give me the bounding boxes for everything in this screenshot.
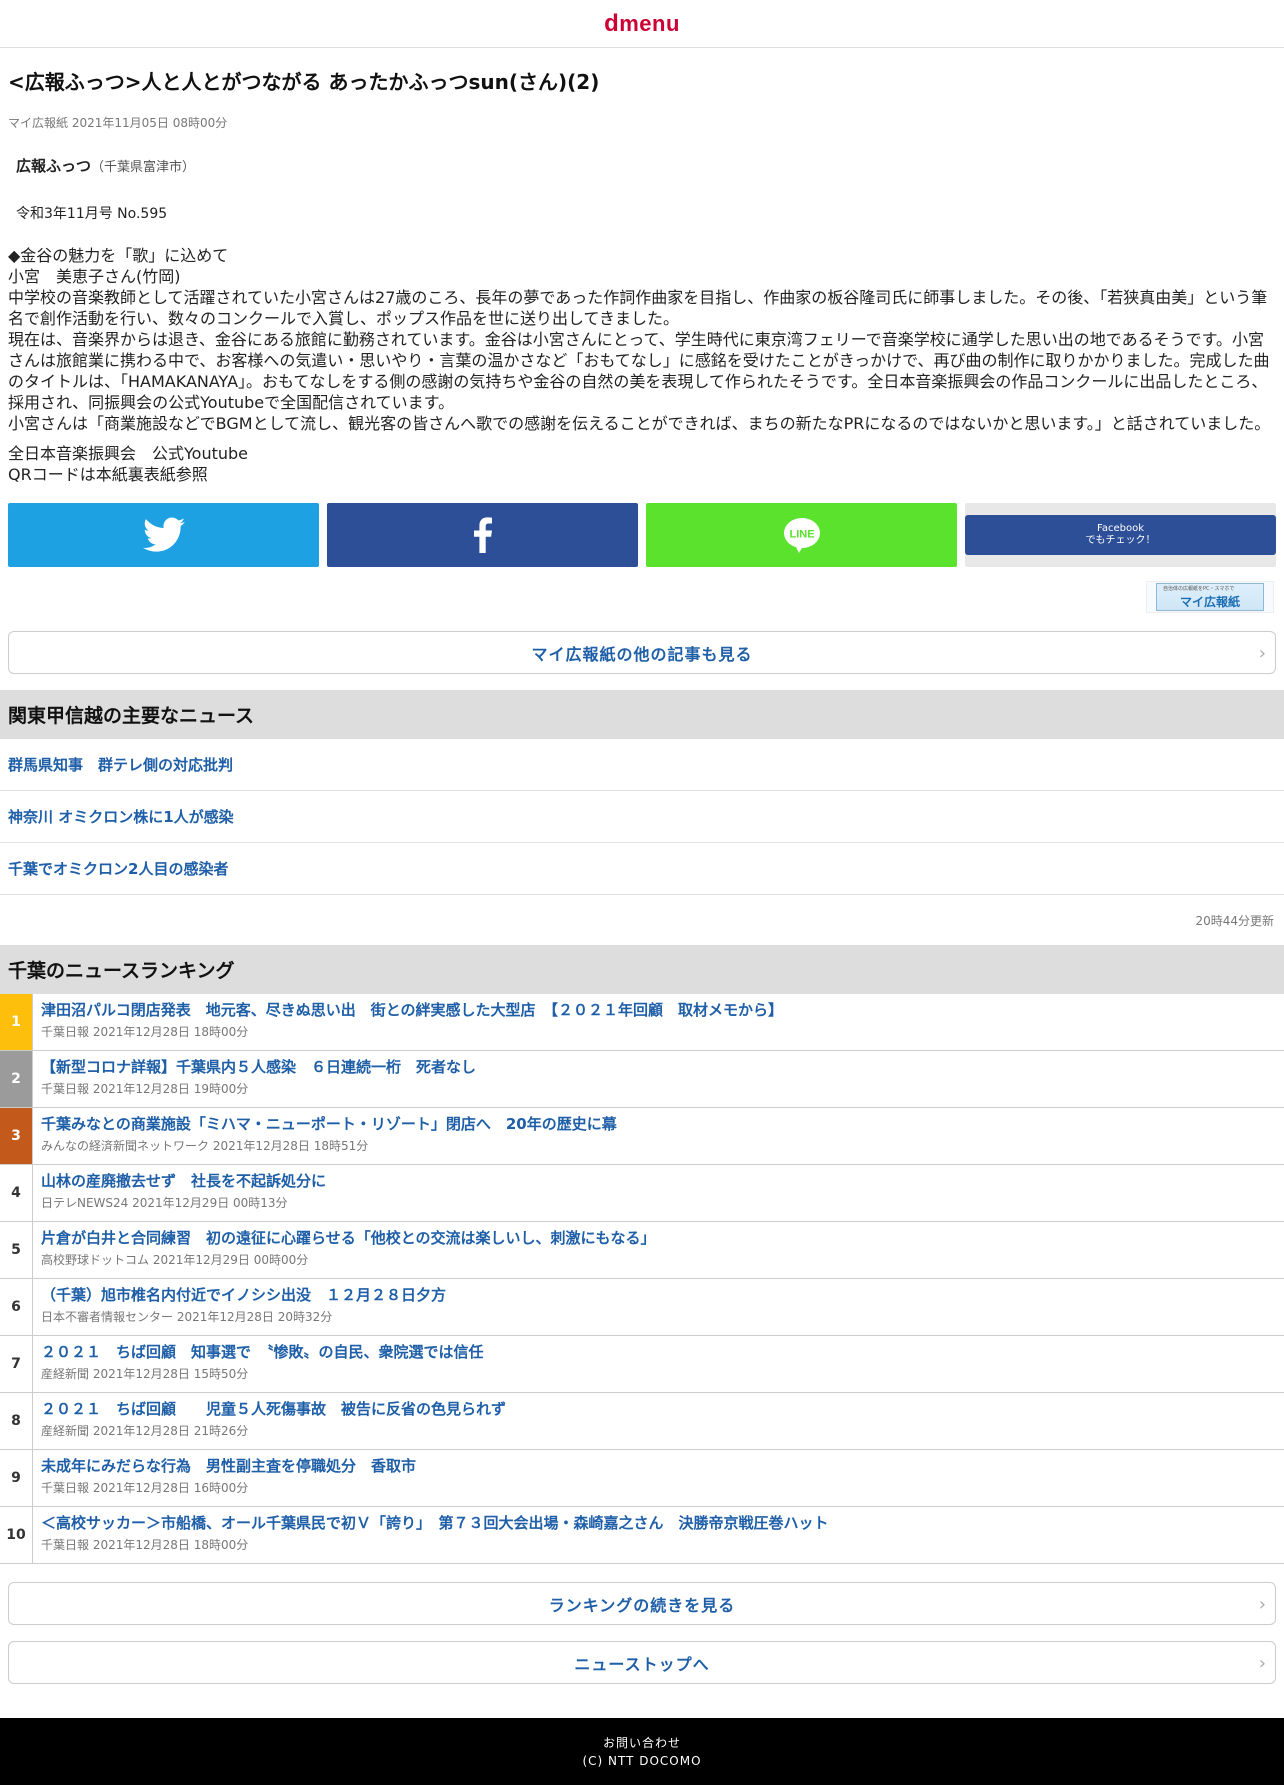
article-meta: マイ広報紙 2021年11月05日 08時00分	[8, 116, 228, 130]
line-icon: LINE	[783, 518, 820, 553]
news-link[interactable]: 群馬県知事 群テレ側の対応批判	[0, 739, 1284, 791]
rank-number: 8	[0, 1393, 33, 1449]
body-paragraph: 現在は、音楽界からは退き、金谷にある旅館に勤務されています。金谷は小宮さんにとっ…	[8, 330, 1270, 412]
ranking-source: 千葉日報 2021年12月28日 19時00分	[41, 1082, 249, 1096]
chevron-right-icon: ›	[1258, 643, 1267, 664]
ranking-row[interactable]: 3 千葉みなとの商業施設「ミハマ・ニューポート・リゾート」閉店へ 20年の歴史に幕…	[0, 1108, 1284, 1165]
chevron-right-icon: ›	[1258, 1653, 1267, 1674]
ranking-row[interactable]: 8 ２０２１ ちば回顧 児童５人死傷事故 被告に反省の色見られず産経新聞 2021…	[0, 1393, 1284, 1450]
ranking-title-link[interactable]: （千葉）旭市椎名内付近でイノシシ出没 １２月２８日夕方	[41, 1286, 446, 1305]
ranking-source: 産経新聞 2021年12月28日 21時26分	[41, 1424, 249, 1438]
facebook-f-icon	[473, 517, 492, 553]
article-title: <広報ふっつ>人と人とがつながる あったかふっつsun(さん)(2)	[8, 70, 600, 94]
ranking-row[interactable]: 2 【新型コロナ詳報】千葉県内５人感染 ６日連続一桁 死者なし千葉日報 2021年…	[0, 1051, 1284, 1108]
ranking-section: 千葉のニュースランキング 1 津田沼パルコ閉店発表 地元客、尽きぬ思い出 街との絆…	[0, 945, 1284, 1564]
ranking-source: 千葉日報 2021年12月28日 18時00分	[41, 1538, 249, 1552]
news-link[interactable]: 神奈川 オミクロン株に1人が感染	[0, 791, 1284, 843]
facebook-share-button[interactable]	[327, 503, 638, 567]
rank-number: 2	[0, 1051, 33, 1107]
banner-tagline: 自治体の広報紙をPC・スマホで	[1163, 586, 1235, 592]
ranking-source: 日本不審者情報センター 2021年12月28日 20時32分	[41, 1310, 333, 1324]
twitter-bird-icon	[142, 517, 185, 552]
ranking-title-link[interactable]: ２０２１ ちば回顧 児童５人死傷事故 被告に反省の色見られず	[41, 1400, 506, 1419]
rank-number: 3	[0, 1108, 33, 1164]
article: <広報ふっつ>人と人とがつながる あったかふっつsun(さん)(2) マイ広報紙…	[0, 70, 1284, 485]
dmenu-logo[interactable]: dmenu	[604, 10, 680, 38]
ranking-source: 産経新聞 2021年12月28日 15時50分	[41, 1367, 249, 1381]
my-kohoshi-banner[interactable]: 自治体の広報紙をPC・スマホで マイ広報紙	[1146, 581, 1274, 613]
news-link[interactable]: 千葉でオミクロン2人目の感染者	[0, 843, 1284, 895]
rank-number: 6	[0, 1279, 33, 1335]
ranking-row[interactable]: 1 津田沼パルコ閉店発表 地元客、尽きぬ思い出 街との絆実感した大型店 【２０２１…	[0, 994, 1284, 1051]
ranking-row[interactable]: 6 （千葉）旭市椎名内付近でイノシシ出没 １２月２８日夕方日本不審者情報センター …	[0, 1279, 1284, 1336]
rank-number: 10	[0, 1507, 33, 1563]
ranking-title-link[interactable]: 未成年にみだらな行為 男性副主査を停職処分 香取市	[41, 1457, 416, 1476]
ranking-source: 千葉日報 2021年12月28日 18時00分	[41, 1025, 249, 1039]
facebook-check-button[interactable]: Facebook でもチェック！	[965, 515, 1276, 555]
twitter-share-button[interactable]	[8, 503, 319, 567]
news-top-button[interactable]: ニューストップへ ›	[8, 1641, 1276, 1684]
updated-time: 20時44分更新	[1195, 914, 1274, 928]
ranking-row[interactable]: 4 山林の産廃撤去せず 社長を不起訴処分に日テレNEWS24 2021年12月29…	[0, 1165, 1284, 1222]
header: dmenu	[0, 0, 1284, 48]
contact-link[interactable]: お問い合わせ	[0, 1734, 1284, 1752]
regional-news-heading: 関東甲信越の主要なニュース	[0, 690, 1284, 739]
chevron-right-icon: ›	[1258, 1594, 1267, 1615]
ranking-title-link[interactable]: 【新型コロナ詳報】千葉県内５人感染 ６日連続一桁 死者なし	[41, 1058, 476, 1077]
ranking-row[interactable]: 10 ＜高校サッカー＞市船橋、オール千葉県民で初Ｖ「誇り」 第７３回大会出場・森崎…	[0, 1507, 1284, 1564]
ranking-source: 千葉日報 2021年12月28日 16時00分	[41, 1481, 249, 1495]
body-paragraph: 小宮 美恵子さん(竹岡)	[8, 267, 181, 286]
share-buttons: LINE Facebook でもチェック！	[0, 503, 1284, 567]
rank-number: 7	[0, 1336, 33, 1392]
rank-number: 1	[0, 994, 33, 1050]
ranking-row[interactable]: 9 未成年にみだらな行為 男性副主査を停職処分 香取市千葉日報 2021年12月2…	[0, 1450, 1284, 1507]
body-paragraph: ◆金谷の魅力を「歌」に込めて	[8, 246, 229, 265]
facebook-check-panel: Facebook でもチェック！	[965, 503, 1276, 567]
ranking-title-link[interactable]: 片倉が白井と合同練習 初の遠征に心躍らせる「他校との交流は楽しいし、刺激にもなる…	[41, 1229, 656, 1248]
ranking-title-link[interactable]: 津田沼パルコ閉店発表 地元客、尽きぬ思い出 街との絆実感した大型店 【２０２１年…	[41, 1001, 783, 1020]
article-source: 広報ふっつ（千葉県富津市）	[8, 155, 1276, 176]
ranking-title-link[interactable]: 千葉みなとの商業施設「ミハマ・ニューポート・リゾート」閉店へ 20年の歴史に幕	[41, 1115, 617, 1134]
body-paragraph: 小宮さんは「商業施設などでBGMとして流し、観光客の皆さんへ歌での感謝を伝えるこ…	[8, 414, 1271, 433]
banner-label: マイ広報紙	[1179, 594, 1240, 609]
article-body: ◆金谷の魅力を「歌」に込めて 小宮 美恵子さん(竹岡) 中学校の音楽教師として活…	[8, 245, 1276, 485]
source-place: （千葉県富津市）	[91, 160, 196, 175]
more-articles-button[interactable]: マイ広報紙の他の記事も見る ›	[8, 631, 1276, 674]
rank-number: 9	[0, 1450, 33, 1506]
line-share-button[interactable]: LINE	[646, 503, 957, 567]
body-footer-line: 全日本音楽振興会 公式Youtube	[8, 444, 248, 463]
ranking-title-link[interactable]: ２０２１ ちば回顧 知事選で 〝惨敗〟の自民、衆院選では信任	[41, 1343, 484, 1362]
footer: お問い合わせ (C) NTT DOCOMO	[0, 1718, 1284, 1785]
ranking-source: みんなの経済新聞ネットワーク 2021年12月28日 18時51分	[41, 1139, 369, 1153]
body-footer-line: QRコードは本紙裏表紙参照	[8, 465, 208, 484]
rank-number: 4	[0, 1165, 33, 1221]
ranking-title-link[interactable]: ＜高校サッカー＞市船橋、オール千葉県民で初Ｖ「誇り」 第７３回大会出場・森崎嘉之…	[41, 1514, 829, 1533]
article-issue: 令和3年11月号 No.595	[16, 206, 168, 222]
ranking-heading: 千葉のニュースランキング	[0, 945, 1284, 994]
body-paragraph: 中学校の音楽教師として活躍されていた小宮さんは27歳のころ、長年の夢であった作詞…	[8, 288, 1268, 328]
ranking-row[interactable]: 7 ２０２１ ちば回顧 知事選で 〝惨敗〟の自民、衆院選では信任産経新聞 2021…	[0, 1336, 1284, 1393]
ranking-title-link[interactable]: 山林の産廃撤去せず 社長を不起訴処分に	[41, 1172, 326, 1191]
rank-number: 5	[0, 1222, 33, 1278]
ranking-source: 高校野球ドットコム 2021年12月29日 00時00分	[41, 1253, 309, 1267]
svg-text:LINE: LINE	[789, 529, 814, 541]
copyright: (C) NTT DOCOMO	[582, 1754, 702, 1768]
ranking-row[interactable]: 5 片倉が白井と合同練習 初の遠征に心躍らせる「他校との交流は楽しいし、刺激にもな…	[0, 1222, 1284, 1279]
ranking-source: 日テレNEWS24 2021年12月29日 00時13分	[41, 1196, 288, 1210]
source-name: 広報ふっつ	[16, 157, 92, 175]
ranking-more-button[interactable]: ランキングの続きを見る ›	[8, 1582, 1276, 1625]
